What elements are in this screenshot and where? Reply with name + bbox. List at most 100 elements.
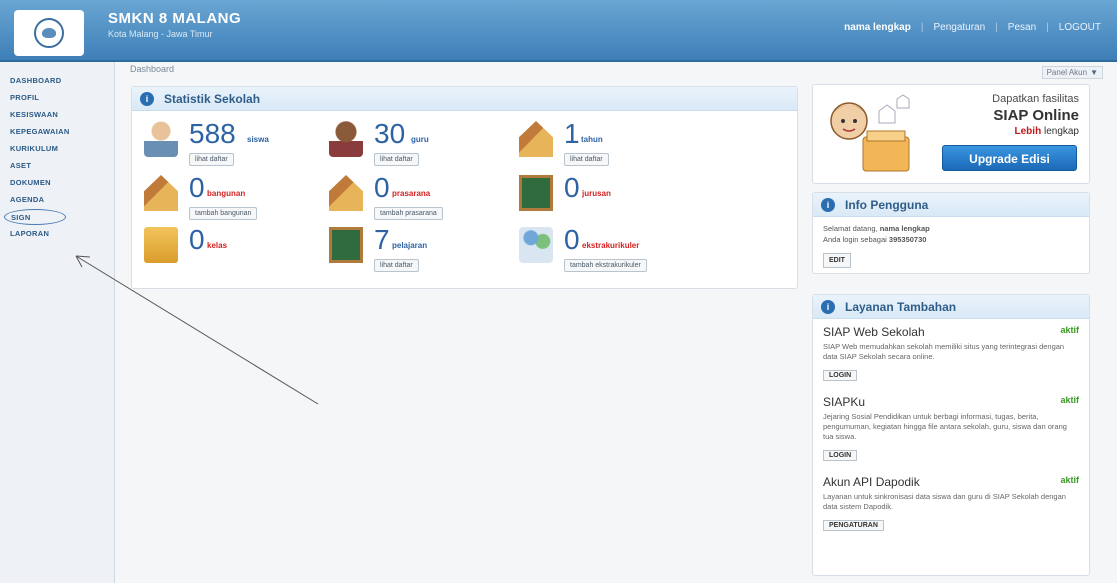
stat-number: 1 bbox=[564, 118, 580, 149]
card-title: Layanan Tambahan bbox=[845, 299, 957, 314]
welcome-line: Selamat datang, nama lengkap bbox=[823, 223, 1079, 234]
settings-button[interactable]: PENGATURAN bbox=[823, 520, 884, 531]
service-item: Akun API Dapodik aktif Layanan untuk sink… bbox=[813, 461, 1089, 531]
service-item: SIAPKu aktif Jejaring Sosial Pendidikan u… bbox=[813, 381, 1089, 461]
sidebar-item-agenda[interactable]: AGENDA bbox=[0, 192, 114, 208]
additional-services-card: i Layanan Tambahan SIAP Web Sekolah aktif… bbox=[812, 294, 1090, 576]
status-badge: aktif bbox=[1060, 325, 1079, 335]
sidebar-item-kepegawaian[interactable]: KEPEGAWAIAN bbox=[0, 124, 114, 140]
promo-line-2: SIAP Online bbox=[993, 107, 1079, 124]
promo-line-1: Dapatkan fasilitas bbox=[992, 93, 1079, 105]
stat-number: 0 bbox=[374, 172, 390, 203]
card-header: i Layanan Tambahan bbox=[813, 295, 1089, 319]
stat-number: 0 bbox=[564, 224, 580, 255]
service-name: SIAP Web Sekolah bbox=[823, 325, 925, 339]
breadcrumb[interactable]: Dashboard bbox=[130, 64, 174, 74]
stat-number: 0 bbox=[189, 224, 205, 255]
stat-tahun: 1 tahun lihat daftar bbox=[519, 118, 699, 171]
info-icon: i bbox=[821, 197, 835, 212]
nav-separator: | bbox=[920, 22, 924, 33]
user-info-body: Selamat datang, nama lengkap Anda login … bbox=[813, 217, 1089, 274]
logout-link[interactable]: LOGOUT bbox=[1059, 22, 1101, 33]
logo-emblem-icon bbox=[34, 18, 64, 48]
sidebar-item-dashboard[interactable]: DASHBOARD bbox=[0, 73, 114, 89]
view-list-button[interactable]: lihat daftar bbox=[374, 153, 419, 166]
sidebar: DASHBOARD PROFIL KESISWAAN KEPEGAWAIAN K… bbox=[0, 62, 115, 583]
facility-icon bbox=[329, 175, 363, 211]
view-list-button[interactable]: lihat daftar bbox=[564, 153, 609, 166]
promo-highlight: Lebih bbox=[1014, 126, 1042, 137]
stat-label: prasarana bbox=[392, 189, 431, 198]
sidebar-item-laporan[interactable]: LAPORAN bbox=[0, 226, 114, 242]
mascot-illustration bbox=[830, 94, 910, 172]
service-description: Jejaring Sosial Pendidikan untuk berbagi… bbox=[823, 412, 1067, 441]
school-logo[interactable] bbox=[14, 10, 84, 56]
app-header: SMKN 8 MALANG Kota Malang - Jawa Timur n… bbox=[0, 0, 1117, 62]
building-icon bbox=[144, 175, 178, 211]
edit-profile-button[interactable]: EDIT bbox=[823, 253, 851, 268]
upgrade-edition-button[interactable]: Upgrade Edisi bbox=[942, 145, 1077, 171]
sidebar-item-kesiswaan[interactable]: KESISWAAN bbox=[0, 107, 114, 123]
teacher-icon bbox=[329, 121, 363, 157]
user-id: 395350730 bbox=[888, 235, 927, 244]
class-icon bbox=[144, 227, 178, 263]
login-button[interactable]: LOGIN bbox=[823, 450, 858, 461]
user-name-link[interactable]: nama lengkap bbox=[844, 22, 911, 33]
login-as-label: Anda login sebagai bbox=[823, 235, 887, 244]
status-badge: aktif bbox=[1060, 475, 1079, 485]
sidebar-item-dokumen[interactable]: DOKUMEN bbox=[0, 175, 114, 191]
card-title: Statistik Sekolah bbox=[164, 91, 261, 106]
view-list-button[interactable]: lihat daftar bbox=[189, 153, 234, 166]
stat-label: guru bbox=[411, 135, 429, 144]
top-nav: nama lengkap | Pengaturan | Pesan | LOGO… bbox=[844, 22, 1101, 33]
service-name: SIAPKu bbox=[823, 395, 866, 409]
school-city: Kota Malang - Jawa Timur bbox=[108, 29, 213, 39]
stat-number: 7 bbox=[374, 224, 390, 255]
service-name: Akun API Dapodik bbox=[823, 475, 920, 489]
sidebar-item-kurikulum[interactable]: KURIKULUM bbox=[0, 141, 114, 157]
lesson-board-icon bbox=[329, 227, 363, 263]
school-statistics-card: i Statistik Sekolah 588 siswa lihat daft… bbox=[131, 86, 798, 289]
nav-separator: | bbox=[1046, 22, 1049, 33]
settings-link[interactable]: Pengaturan bbox=[933, 22, 985, 33]
info-icon: i bbox=[140, 91, 154, 106]
stat-guru: 30 guru lihat daftar bbox=[329, 118, 509, 171]
service-header: SIAPKu aktif bbox=[823, 395, 1079, 409]
login-button[interactable]: LOGIN bbox=[823, 370, 858, 381]
service-header: SIAP Web Sekolah aktif bbox=[823, 325, 1079, 339]
stat-number: 0 bbox=[189, 172, 205, 203]
stat-number: 588 bbox=[189, 118, 236, 149]
stat-ekstrakurikuler: 0 ekstrakurikuler tambah ekstrakurikuler bbox=[519, 224, 699, 277]
stat-number: 0 bbox=[564, 172, 580, 203]
student-icon bbox=[144, 121, 178, 157]
add-building-button[interactable]: tambah bangunan bbox=[189, 207, 258, 220]
info-icon: i bbox=[821, 299, 835, 314]
card-title: Info Pengguna bbox=[845, 197, 929, 212]
user-info-card: i Info Pengguna Selamat datang, nama len… bbox=[812, 192, 1090, 274]
card-header: i Info Pengguna bbox=[813, 193, 1089, 217]
stat-bangunan: 0 bangunan tambah bangunan bbox=[144, 172, 324, 225]
service-description: Layanan untuk sinkronisasi data siswa da… bbox=[823, 492, 1066, 511]
sidebar-item-sign[interactable]: SIGN bbox=[4, 209, 66, 225]
nav-separator: | bbox=[995, 22, 998, 33]
service-header: Akun API Dapodik aktif bbox=[823, 475, 1079, 489]
stat-pelajaran: 7 pelajaran lihat daftar bbox=[329, 224, 509, 277]
panel-akun-toggle[interactable]: Panel Akun ▼ bbox=[1041, 66, 1103, 79]
messages-link[interactable]: Pesan bbox=[1008, 22, 1036, 33]
welcome-label: Selamat datang, bbox=[823, 224, 878, 233]
stat-jurusan: 0 jurusan bbox=[519, 172, 699, 225]
stat-siswa: 588 siswa lihat daftar bbox=[144, 118, 324, 171]
add-facility-button[interactable]: tambah prasarana bbox=[374, 207, 443, 220]
user-full-name: nama lengkap bbox=[879, 224, 930, 233]
login-as-line: Anda login sebagai 395350730 bbox=[823, 234, 1079, 245]
stat-label: jurusan bbox=[582, 189, 611, 198]
stat-label: pelajaran bbox=[392, 241, 428, 250]
stat-number: 30 bbox=[374, 118, 406, 149]
view-list-button[interactable]: lihat daftar bbox=[374, 259, 419, 272]
sidebar-item-profil[interactable]: PROFIL bbox=[0, 90, 114, 106]
sidebar-item-aset[interactable]: ASET bbox=[0, 158, 114, 174]
upgrade-promo-card: Dapatkan fasilitas SIAP Online Lebih len… bbox=[812, 84, 1090, 184]
service-item: SIAP Web Sekolah aktif SIAP Web memudahka… bbox=[813, 319, 1089, 381]
add-extracurricular-button[interactable]: tambah ekstrakurikuler bbox=[564, 259, 647, 272]
year-house-icon bbox=[519, 121, 553, 157]
